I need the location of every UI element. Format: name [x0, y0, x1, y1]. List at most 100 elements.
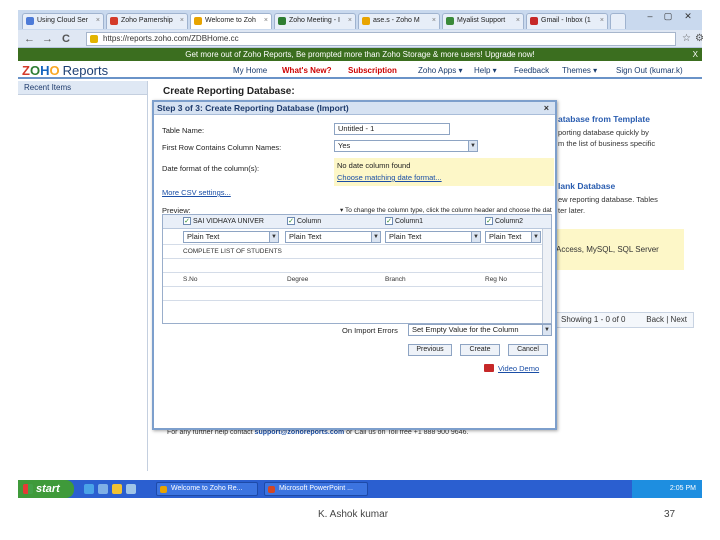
checkbox-icon[interactable]: ✓	[485, 217, 493, 225]
preview-hint: ▾ To change the column type, click the c…	[340, 207, 552, 214]
forward-icon[interactable]: →	[42, 33, 53, 45]
support-email-link[interactable]: support@zohoreports.com	[255, 429, 345, 436]
column-type-select-3[interactable]: Plain Text ▼	[385, 231, 481, 243]
chrome-icon[interactable]	[112, 484, 122, 494]
tab-support[interactable]: Myalist Support ×	[442, 13, 524, 29]
pager-count: Showing 1 - 0 of 0	[561, 315, 626, 324]
system-tray: 2:05 PM	[632, 480, 702, 498]
tab-gmail[interactable]: Gmail - Inbox (1 ×	[526, 13, 608, 29]
star-icon[interactable]: ☆	[682, 33, 691, 45]
menu-feedback[interactable]: Feedback	[514, 66, 549, 75]
menu-zoho-apps[interactable]: Zoho Apps ▾	[418, 66, 463, 75]
template-heading[interactable]: atabase from Template	[558, 114, 650, 124]
taskbar-item-zoho[interactable]: Welcome to Zoho Re...	[156, 482, 258, 496]
ie-icon[interactable]	[84, 484, 94, 494]
video-demo-link[interactable]: Video Demo	[498, 364, 539, 373]
menu-subscription[interactable]: Subscription	[348, 66, 397, 75]
checkbox-icon[interactable]: ✓	[385, 217, 393, 225]
start-button[interactable]: start	[18, 480, 74, 498]
tab-close-icon[interactable]: ×	[516, 14, 520, 28]
tab-welcome-zoho[interactable]: Welcome to Zoh ×	[190, 13, 272, 29]
url-text: https://reports.zoho.com/ZDBHome.cc	[103, 34, 239, 43]
chrome-icon	[160, 486, 167, 493]
preview-table: ✓ SAI VIDHAYA UNIVER ✓ Column ✓ Column1 ✓ Co…	[162, 214, 552, 324]
checkbox-icon[interactable]: ✓	[287, 217, 295, 225]
more-csv-settings-link[interactable]: More CSV settings...	[162, 188, 231, 197]
sidebar: Recent Items	[18, 81, 148, 471]
menu-help[interactable]: Help ▾	[474, 66, 497, 75]
banner-close-icon[interactable]: X	[693, 48, 698, 61]
maximize-icon[interactable]: ▢	[660, 11, 676, 21]
windows-taskbar: start Welcome to Zoho Re... Microsoft Po…	[18, 480, 702, 498]
column-header-4[interactable]: ✓ Column2	[485, 217, 523, 225]
menu-sign-out[interactable]: Sign Out (kumar.k)	[616, 66, 683, 75]
tab-close-icon[interactable]: ×	[96, 14, 100, 28]
tab-zoho-meeting[interactable]: Zoho Meeting - I ×	[274, 13, 356, 29]
taskbar-item-powerpoint[interactable]: Microsoft PowerPoint ...	[264, 482, 368, 496]
tab-zoho-mail[interactable]: ase.s - Zoho M ×	[358, 13, 440, 29]
browser-nav-bar: ← → C https://reports.zoho.com/ZDBHome.c…	[18, 30, 704, 48]
column-header-3[interactable]: ✓ Column1	[385, 217, 423, 225]
minimize-icon[interactable]: –	[642, 11, 658, 21]
previous-button[interactable]: Previous	[408, 344, 452, 356]
desktop-icon[interactable]	[126, 484, 136, 494]
upgrade-banner: Get more out of Zoho Reports, Be prompte…	[18, 48, 702, 61]
column-header-1[interactable]: ✓ SAI VIDHAYA UNIVER	[183, 217, 264, 225]
folder-icon[interactable]	[98, 484, 108, 494]
chevron-down-icon: ▼	[471, 232, 480, 242]
pager-nav[interactable]: Back | Next	[646, 313, 687, 327]
column-type-select-1[interactable]: Plain Text ▼	[183, 231, 279, 243]
first-row-select[interactable]: Yes ▼	[334, 140, 478, 152]
pager-bar: Showing 1 - 0 of 0 Back | Next	[552, 312, 694, 328]
browser-tab-strip: Using Cloud Ser × Zoho Parnership × Welcom…	[18, 10, 702, 30]
import-dialog: Step 3 of 3: Create Reporting Database (…	[152, 100, 557, 430]
menu-themes[interactable]: Themes ▾	[562, 66, 597, 75]
tab-close-icon[interactable]: ×	[600, 14, 604, 28]
tab-using-cloud[interactable]: Using Cloud Ser ×	[22, 13, 104, 29]
table-row	[163, 287, 543, 301]
preview-scrollbar[interactable]	[542, 229, 551, 323]
import-errors-label: On Import Errors	[342, 326, 398, 335]
table-row	[163, 259, 543, 273]
tab-favicon-icon	[278, 17, 286, 25]
dialog-title: Step 3 of 3: Create Reporting Database (…	[154, 102, 555, 115]
menu-whats-new[interactable]: What's New?	[282, 66, 331, 75]
tab-zoho-partnership[interactable]: Zoho Parnership ×	[106, 13, 188, 29]
slide-author: K. Ashok kumar	[318, 509, 389, 520]
chevron-down-icon: ▼	[531, 232, 540, 242]
recent-items-heading: Recent Items	[18, 81, 147, 95]
import-errors-select[interactable]: Set Empty Value for the Column ▼	[408, 324, 552, 336]
close-window-icon[interactable]: ✕	[680, 11, 696, 21]
checkbox-icon[interactable]: ✓	[183, 217, 191, 225]
new-tab-button[interactable]	[610, 13, 626, 29]
column-type-select-2[interactable]: Plain Text ▼	[285, 231, 381, 243]
tab-close-icon[interactable]: ×	[264, 14, 268, 28]
choose-date-format-link[interactable]: Choose matching date format...	[337, 173, 442, 182]
app-header: ZOHO Reports My Home What's New? Subscrip…	[18, 61, 702, 79]
tab-favicon-icon	[362, 17, 370, 25]
tab-close-icon[interactable]: ×	[432, 14, 436, 28]
slide-page-number: 37	[664, 509, 676, 520]
blank-desc-line-2: ter later.	[558, 206, 586, 215]
zoho-reports-logo[interactable]: ZOHO Reports	[22, 63, 108, 78]
reload-icon[interactable]: C	[62, 33, 70, 45]
address-bar[interactable]: https://reports.zoho.com/ZDBHome.cc	[86, 32, 676, 46]
tab-close-icon[interactable]: ×	[180, 14, 184, 28]
blank-desc-line-1: ew reporting database. Tables	[558, 195, 658, 204]
menu-my-home[interactable]: My Home	[233, 66, 267, 75]
back-icon[interactable]: ←	[24, 33, 35, 45]
column-header-2[interactable]: ✓ Column	[287, 217, 321, 225]
import-db-box: Access, MySQL, SQL Server	[552, 229, 684, 270]
date-format-box: No date column found Choose matching dat…	[334, 158, 554, 186]
blank-db-heading[interactable]: lank Database	[558, 181, 615, 191]
tab-close-icon[interactable]: ×	[348, 14, 352, 28]
wrench-icon[interactable]: ⚙	[695, 33, 704, 45]
tab-favicon-icon	[110, 17, 118, 25]
table-name-input[interactable]: Untitled - 1	[334, 123, 450, 135]
create-button[interactable]: Create	[460, 344, 500, 356]
cancel-button[interactable]: Cancel	[508, 344, 548, 356]
column-type-select-4[interactable]: Plain Text ▼	[485, 231, 541, 243]
template-desc-line-1: porting database quickly by	[558, 128, 649, 137]
tab-favicon-icon	[530, 17, 538, 25]
dialog-close-icon[interactable]: ×	[544, 102, 549, 115]
